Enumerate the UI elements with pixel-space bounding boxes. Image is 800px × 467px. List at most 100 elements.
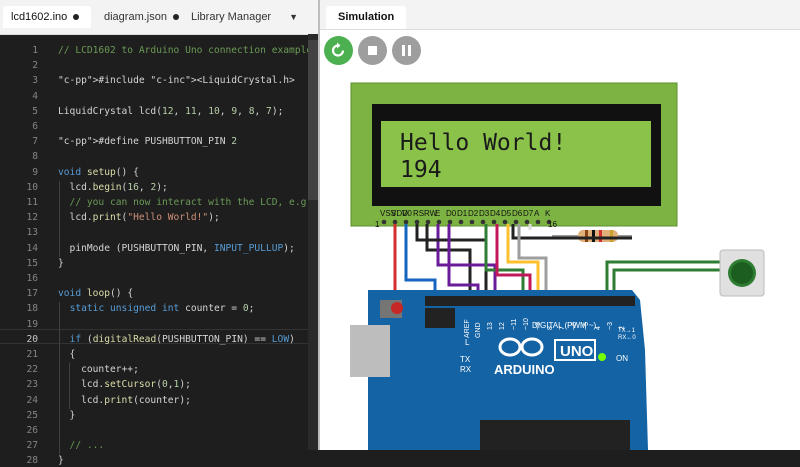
- code-line[interactable]: 19: [0, 318, 318, 331]
- lcd-pin[interactable]: [458, 219, 464, 225]
- lcd-pin-label: D6: [512, 209, 523, 218]
- code-line[interactable]: 21 {: [0, 348, 318, 361]
- line-number: 11: [26, 197, 38, 208]
- code-line[interactable]: 22 counter++;: [0, 363, 318, 376]
- lcd-pin-last: 16: [548, 220, 557, 229]
- lcd1602-display[interactable]: Hello World! 194: [350, 82, 678, 227]
- resistor[interactable]: [552, 230, 632, 242]
- lcd-pin[interactable]: [491, 219, 497, 225]
- code-line[interactable]: 25 }: [0, 409, 318, 422]
- code-line[interactable]: 7 "c-pp">#define PUSHBUTTON_PIN 2: [0, 135, 318, 148]
- lcd-line-1: Hello World!: [400, 130, 566, 156]
- arduino-pin-number: 13: [487, 322, 494, 330]
- code-line[interactable]: 24 lcd.print(counter);: [0, 394, 318, 407]
- code-line[interactable]: 17 void loop() {: [0, 287, 318, 300]
- lcd-pin[interactable]: [480, 219, 486, 225]
- tab-diagram-json[interactable]: diagram.json: [96, 6, 179, 28]
- code-line[interactable]: 14 pinMode (PUSHBUTTON_PIN, INPUT_PULLUP…: [0, 242, 318, 255]
- arduino-uno-board[interactable]: ARDUINO UNO DIGITAL (PWM ~) L TX RX ON 1…: [350, 290, 648, 450]
- lcd-pin-label: D2: [468, 209, 479, 218]
- arduino-pin-number: ~11: [511, 319, 518, 330]
- restart-icon: [331, 42, 345, 57]
- line-number: 26: [26, 425, 38, 436]
- code-area[interactable]: 1 // LCD1602 to Arduino Uno connection ex…: [0, 40, 318, 466]
- code-line[interactable]: 26: [0, 424, 318, 437]
- code-text: "c-pp">#include "c-inc"><LiquidCrystal.h…: [58, 75, 295, 87]
- arduino-model: UNO: [560, 343, 594, 360]
- code-text: LiquidCrystal lcd(12, 11, 10, 9, 8, 7);: [58, 105, 284, 117]
- code-text: }: [58, 455, 64, 467]
- lcd-pin[interactable]: [447, 219, 453, 225]
- lcd-pin[interactable]: [381, 219, 387, 225]
- l-label: L: [465, 338, 470, 347]
- code-line[interactable]: 6: [0, 120, 318, 133]
- code-line[interactable]: 16: [0, 272, 318, 285]
- lcd-pin-label: D0: [446, 209, 457, 218]
- code-text: lcd.begin(16, 2);: [58, 181, 168, 193]
- code-text: // ...: [58, 440, 105, 452]
- lcd-pin[interactable]: [469, 219, 475, 225]
- code-line[interactable]: 23 lcd.setCursor(0,1);: [0, 378, 318, 391]
- editor-scrollbar-thumb[interactable]: [308, 40, 318, 200]
- lcd-pin-label: K: [545, 209, 551, 218]
- tab-lcd1602-ino[interactable]: lcd1602.ino: [3, 6, 91, 28]
- pushbutton[interactable]: [719, 249, 765, 297]
- pause-button[interactable]: [392, 36, 421, 65]
- tab-simulation[interactable]: Simulation: [326, 6, 407, 29]
- lcd-pin[interactable]: [513, 219, 519, 225]
- lcd-pin-label: RS: [413, 209, 424, 218]
- code-line[interactable]: 2: [0, 59, 318, 72]
- tab-label: lcd1602.ino: [11, 11, 68, 23]
- code-text: // you can now interact with the LCD, e.…: [58, 197, 318, 208]
- lcd-pin-first: 1: [375, 220, 380, 229]
- lcd-pin[interactable]: [535, 219, 541, 225]
- code-text: counter++;: [58, 364, 139, 376]
- code-line[interactable]: 8: [0, 150, 318, 163]
- lcd-pin[interactable]: [414, 219, 420, 225]
- simulation-pane: Hello World! 194 VSS VDD V0 RS RW E D0 D1 D2 D3 D4…: [320, 0, 800, 450]
- lcd-pin-label: D3: [479, 209, 490, 218]
- code-line[interactable]: 12 lcd.print("Hello World!");: [0, 211, 318, 224]
- stop-button[interactable]: [358, 36, 387, 65]
- code-line[interactable]: 4: [0, 90, 318, 103]
- code-line[interactable]: 5 LiquidCrystal lcd(12, 11, 10, 9, 8, 7);: [0, 105, 318, 118]
- code-line[interactable]: 11 // you can now interact with the LCD,…: [0, 196, 318, 209]
- indent-guide: [59, 180, 60, 257]
- arduino-pin-number: ~9: [535, 322, 542, 330]
- code-line[interactable]: 27 // ...: [0, 439, 318, 452]
- code-line[interactable]: 13: [0, 226, 318, 239]
- rx-label: RX: [460, 365, 472, 374]
- lcd-pin[interactable]: [436, 219, 442, 225]
- simulation-tab-bar: Simulation: [320, 0, 800, 30]
- tx-label: TX: [460, 355, 471, 364]
- code-line[interactable]: 10 lcd.begin(16, 2);: [0, 181, 318, 194]
- arduino-pin-number: 12: [499, 322, 506, 330]
- code-line[interactable]: 3 "c-pp">#include "c-inc"><LiquidCrystal.…: [0, 74, 318, 87]
- code-line[interactable]: 1 // LCD1602 to Arduino Uno connection ex…: [0, 44, 318, 57]
- tab-library-manager[interactable]: Library Manager ▼: [183, 6, 303, 28]
- code-line[interactable]: 20 if (digitalRead(PUSHBUTTON_PIN) == LO…: [0, 333, 318, 346]
- arduino-pin-number: ~3: [607, 322, 614, 330]
- line-number: 2: [32, 60, 38, 72]
- chevron-down-icon[interactable]: ▼: [289, 6, 298, 28]
- lcd-pin[interactable]: [403, 219, 409, 225]
- lcd-pin-label: D4: [490, 209, 501, 218]
- aref-label: AREF: [464, 319, 471, 338]
- restart-button[interactable]: [324, 36, 353, 65]
- indent-guide: [59, 302, 60, 455]
- stop-icon: [368, 46, 377, 55]
- line-number: 24: [26, 394, 38, 406]
- code-text: lcd.setCursor(0,1);: [58, 379, 191, 391]
- code-line[interactable]: 15}: [0, 257, 318, 270]
- lcd-pin[interactable]: [502, 219, 508, 225]
- gnd-label: GND: [475, 322, 482, 338]
- lcd-pin[interactable]: [392, 219, 398, 225]
- code-editor[interactable]: lcd1602.ino diagram.json Library Manager…: [0, 0, 318, 466]
- lcd-pin[interactable]: [524, 219, 530, 225]
- arduino-pin-number: ~10: [523, 318, 530, 330]
- code-line[interactable]: 9 void setup() {: [0, 166, 318, 179]
- lcd-pin[interactable]: [425, 219, 431, 225]
- lcd-pin-label: E: [435, 209, 440, 218]
- code-line[interactable]: 18 static unsigned int counter = 0;: [0, 302, 318, 315]
- code-line[interactable]: 28}: [0, 454, 318, 467]
